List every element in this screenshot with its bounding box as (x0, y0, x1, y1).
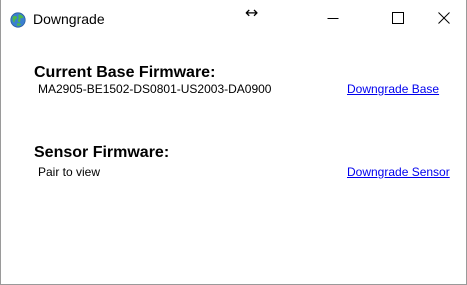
window-content: Current Base Firmware: MA2905-BE1502-DS0… (1, 40, 466, 284)
base-firmware-heading: Current Base Firmware: (34, 64, 216, 81)
maximize-button[interactable] (375, 0, 421, 40)
maximize-icon (392, 11, 404, 29)
downgrade-base-link[interactable]: Downgrade Base (347, 82, 439, 96)
resize-cursor-icon: ↔ (245, 3, 259, 22)
sensor-firmware-status: Pair to view (38, 165, 101, 179)
base-firmware-version: MA2905-BE1502-DS0801-US2003-DA0900 (38, 82, 272, 96)
close-button[interactable] (421, 0, 467, 40)
minimize-button[interactable] (310, 0, 356, 40)
downgrade-window: Downgrade ↔ Current Base Firmware: MA290… (0, 0, 467, 285)
sensor-firmware-heading: Sensor Firmware: (34, 144, 170, 161)
title-bar[interactable]: Downgrade ↔ (1, 0, 466, 40)
minimize-icon (327, 11, 339, 29)
globe-icon (10, 12, 26, 28)
window-title: Downgrade (33, 11, 105, 27)
downgrade-sensor-link[interactable]: Downgrade Sensor (347, 165, 450, 179)
close-icon (438, 11, 450, 29)
